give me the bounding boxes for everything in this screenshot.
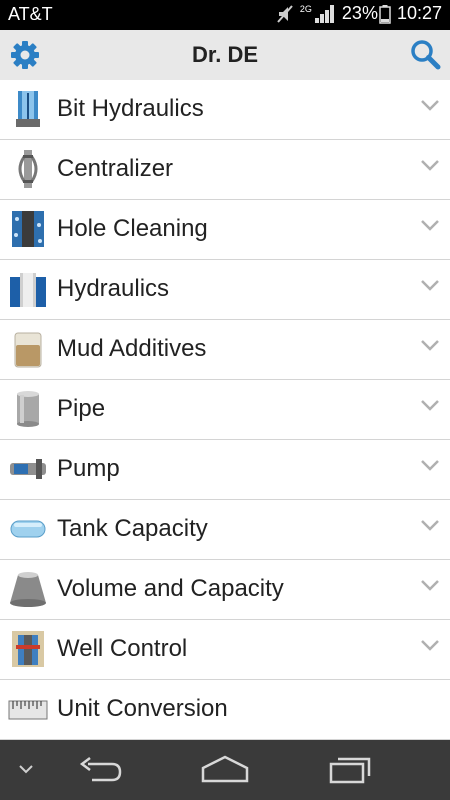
list-item-volume-and-capacity[interactable]: Volume and Capacity xyxy=(0,560,450,620)
list-item-well-control[interactable]: Well Control xyxy=(0,620,450,680)
list-item-label: Well Control xyxy=(57,635,188,662)
list-item-label: Pump xyxy=(57,455,120,482)
chevron-down-icon xyxy=(421,460,439,471)
unit-conversion-icon xyxy=(8,700,48,720)
list-item-label: Pipe xyxy=(57,395,106,422)
chevron-down-icon xyxy=(421,340,439,351)
app-bar: Dr. DE xyxy=(0,30,450,81)
list-item-unit-conversion[interactable]: Unit Conversion xyxy=(0,680,450,740)
list-item-label: Centralizer xyxy=(57,155,174,182)
list-item-label: Bit Hydraulics xyxy=(57,95,204,122)
chevron-down-icon xyxy=(421,400,439,411)
back-icon[interactable] xyxy=(78,756,124,784)
search-icon[interactable] xyxy=(408,38,442,72)
list-item-pump[interactable]: Pump xyxy=(0,440,450,500)
centralizer-icon xyxy=(18,150,38,188)
list-item-label: Hydraulics xyxy=(57,275,170,302)
signal-icon xyxy=(314,4,334,23)
chevron-down-icon xyxy=(421,580,439,591)
list-item-label: Volume and Capacity xyxy=(57,575,284,602)
list-item-mud-additives[interactable]: Mud Additives xyxy=(0,320,450,380)
mud-additives-icon xyxy=(14,332,42,368)
list-item-pipe[interactable]: Pipe xyxy=(0,380,450,440)
list-item-centralizer[interactable]: Centralizer xyxy=(0,140,450,200)
app-title: Dr. DE xyxy=(191,42,259,67)
clock: 10:27 xyxy=(396,3,442,23)
hole-cleaning-icon xyxy=(12,211,44,247)
category-list: Bit Hydraulics Centralizer Hole Cleaning… xyxy=(0,80,450,740)
status-bar: AT&T 2G 23% 10:27 xyxy=(0,0,450,30)
list-item-hole-cleaning[interactable]: Hole Cleaning xyxy=(0,200,450,260)
network-type: 2G xyxy=(299,3,312,14)
volume-capacity-icon xyxy=(10,572,46,607)
tank-capacity-icon xyxy=(10,520,46,538)
chevron-down-icon xyxy=(421,160,439,171)
chevron-down-icon xyxy=(421,220,439,231)
carrier-label: AT&T xyxy=(8,4,53,24)
list-item-label: Tank Capacity xyxy=(57,515,208,542)
hydraulics-icon xyxy=(10,273,46,307)
chevron-down-icon xyxy=(421,280,439,291)
battery-percent: 23% xyxy=(341,3,378,23)
chevron-down-icon xyxy=(421,100,439,111)
list-item-label: Mud Additives xyxy=(57,335,207,362)
chevron-down-icon xyxy=(421,520,439,531)
list-item-label: Unit Conversion xyxy=(57,695,228,722)
list-item-hydraulics[interactable]: Hydraulics xyxy=(0,260,450,320)
pump-icon xyxy=(10,459,46,479)
list-item-bit-hydraulics[interactable]: Bit Hydraulics xyxy=(0,80,450,140)
home-icon[interactable] xyxy=(200,754,250,784)
navigation-bar xyxy=(0,740,450,800)
pipe-icon xyxy=(17,391,39,427)
recent-apps-icon[interactable] xyxy=(328,754,374,784)
battery-icon xyxy=(379,4,391,24)
mute-icon xyxy=(277,4,293,23)
hide-keyboard-icon[interactable] xyxy=(16,762,36,776)
bit-hydraulics-icon xyxy=(16,91,40,127)
well-control-icon xyxy=(12,631,44,667)
list-item-tank-capacity[interactable]: Tank Capacity xyxy=(0,500,450,560)
chevron-down-icon xyxy=(421,640,439,651)
list-item-label: Hole Cleaning xyxy=(57,215,208,242)
